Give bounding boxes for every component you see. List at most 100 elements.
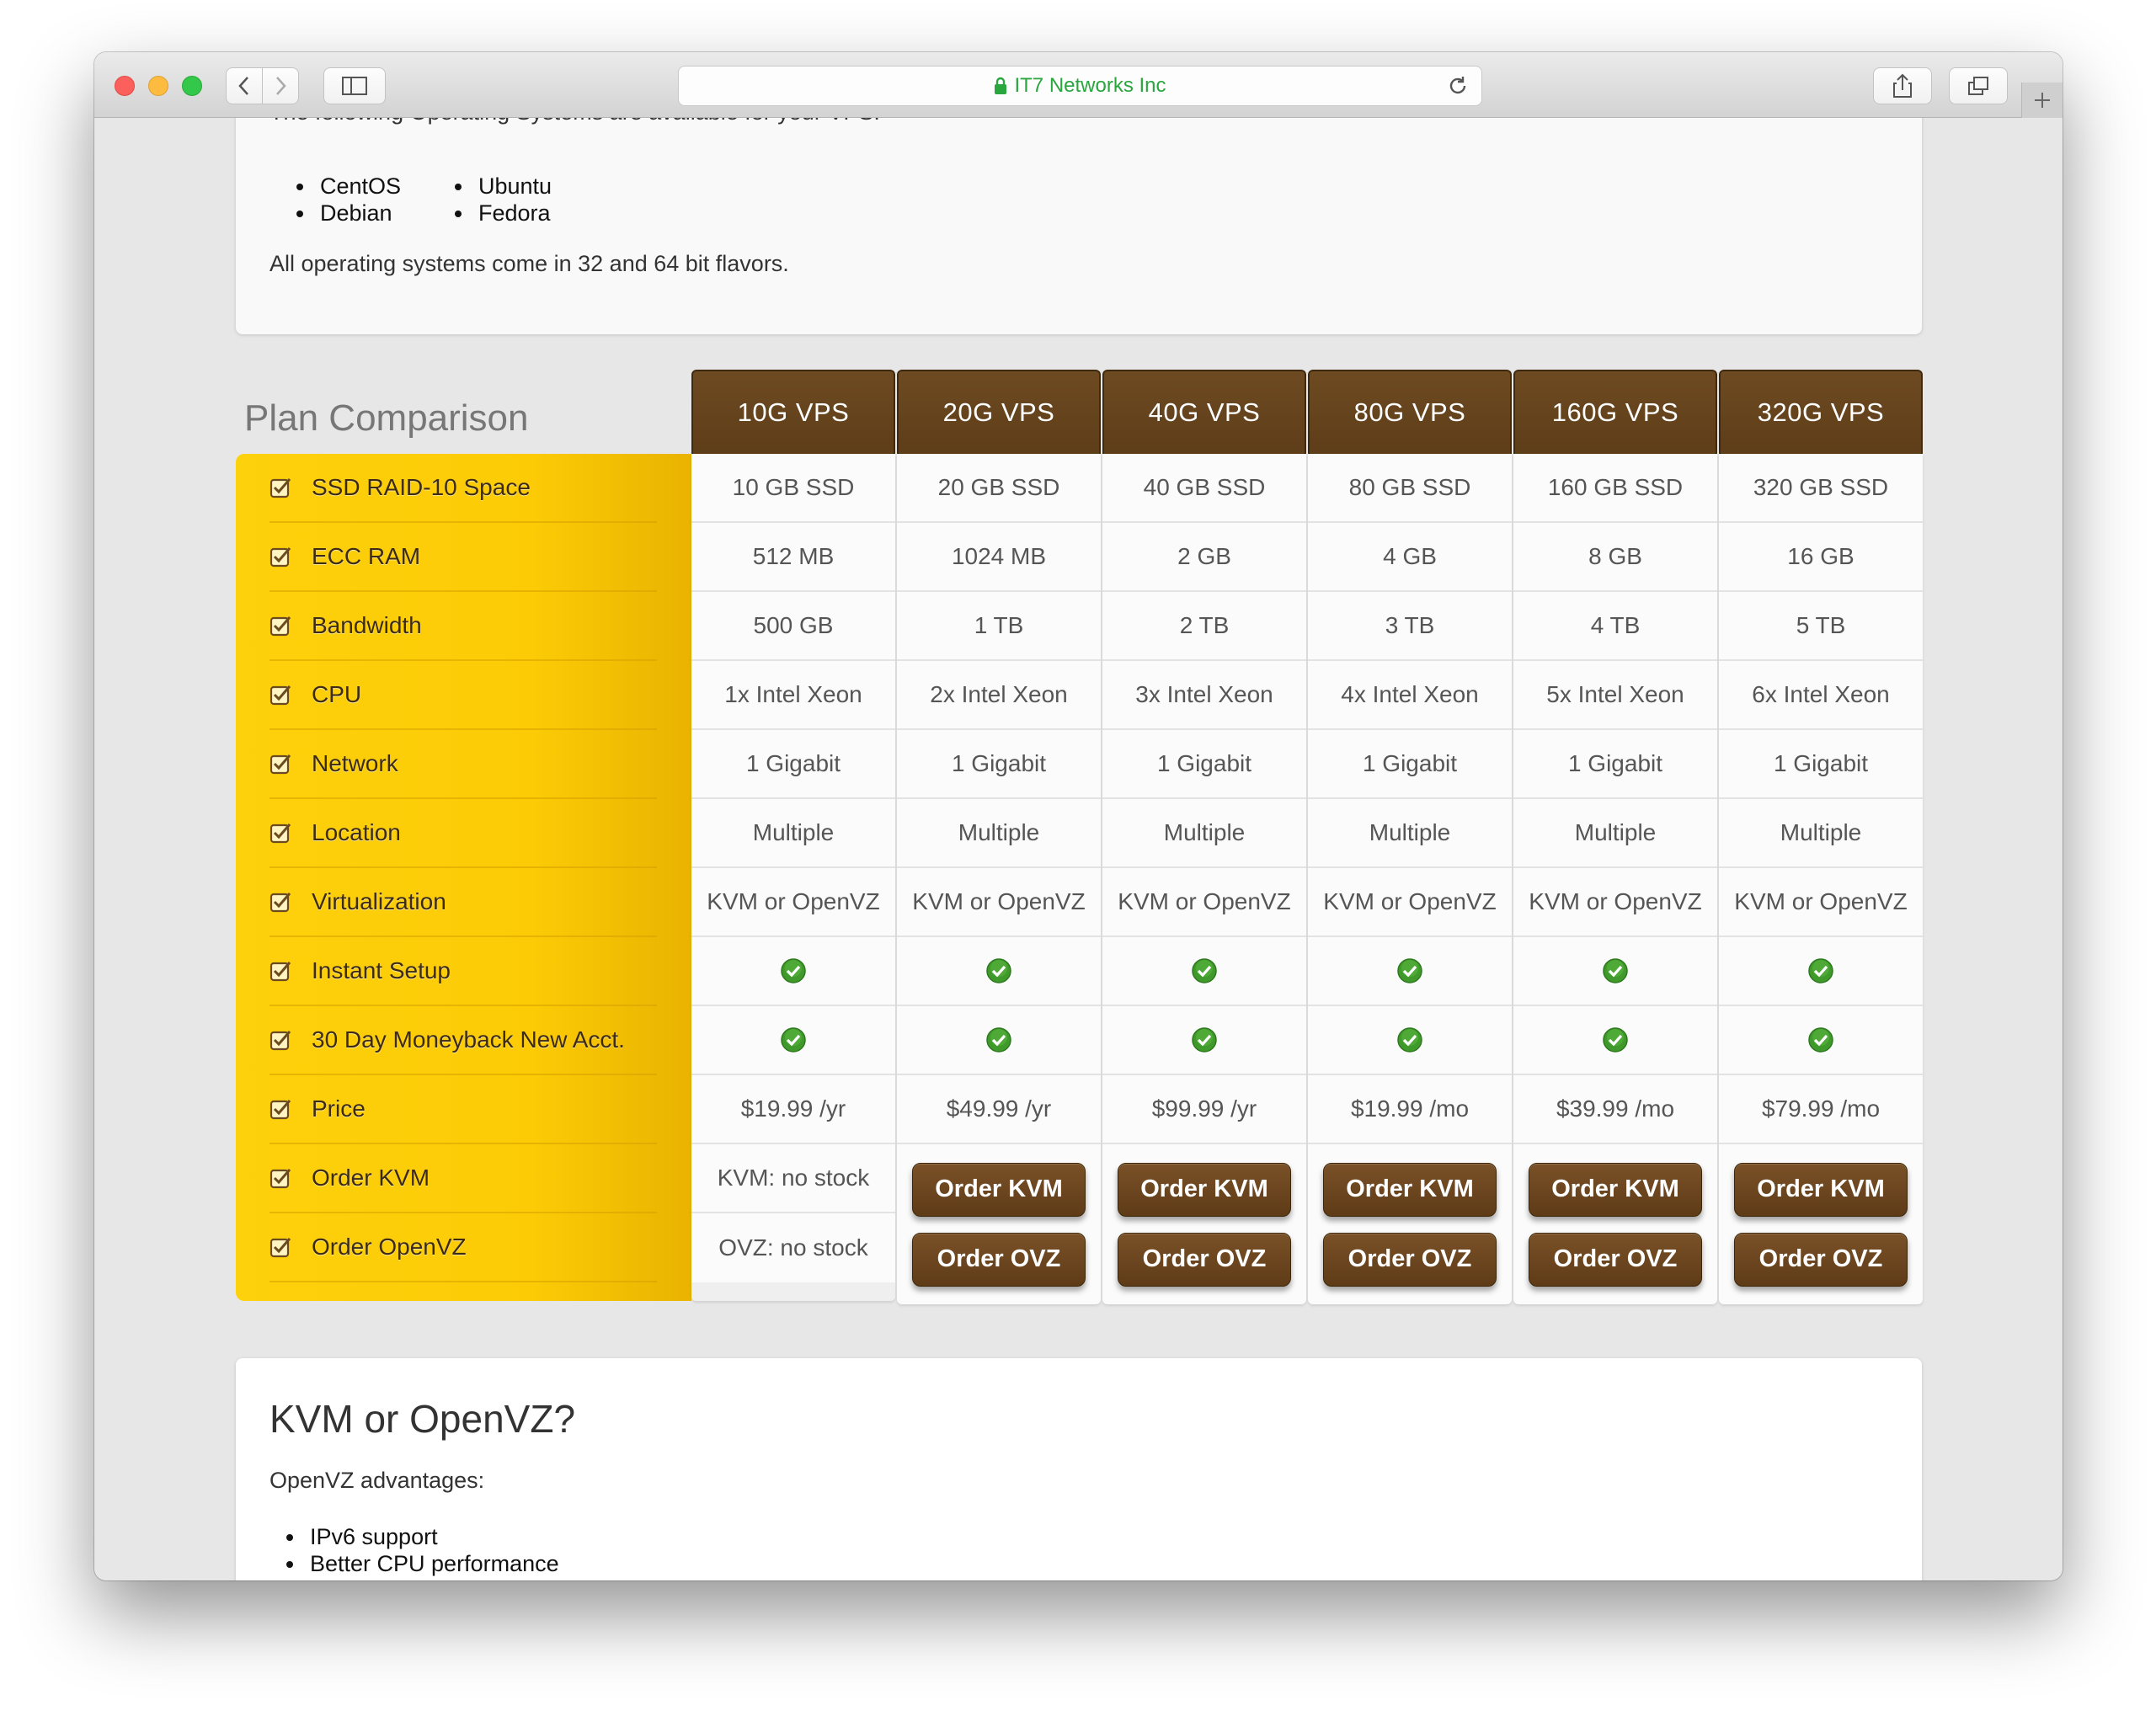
instant-setup-cell (1102, 937, 1306, 1006)
order-kvm-button[interactable]: Order KVM (1734, 1162, 1908, 1217)
price-cell: $39.99 /mo (1513, 1075, 1717, 1144)
plan-name: 20G VPS (942, 397, 1055, 427)
order-buttons-cell: Order KVM Order OVZ (1513, 1144, 1717, 1304)
zoom-window-button[interactable] (182, 76, 202, 96)
back-button[interactable] (226, 67, 263, 104)
os-list-item: CentOS (296, 173, 401, 200)
plan-column: 160G VPS 160 GB SSD 8 GB 4 TB 5x Intel Xeon 1… (1513, 370, 1717, 1304)
plan-name: 320G VPS (1757, 397, 1885, 427)
plan-cell: 6x Intel Xeon (1719, 661, 1923, 730)
order-ovz-button[interactable]: Order OVZ (1323, 1232, 1497, 1287)
forward-button[interactable] (262, 67, 299, 104)
plan-cell: Multiple (1102, 799, 1306, 868)
check-circle-icon (1397, 958, 1422, 983)
advantage-item: IPv6 support (270, 1523, 559, 1550)
address-bar[interactable]: IT7 Networks Inc (678, 66, 1482, 106)
checkbox-checked-icon (270, 1238, 291, 1258)
share-icon (1893, 73, 1912, 98)
browser-window: IT7 Networks Inc The following Operating… (94, 52, 2063, 1580)
os-list-item: Debian (296, 200, 401, 227)
order-kvm-button[interactable]: Order KVM (1118, 1162, 1291, 1217)
tabs-overview-button[interactable] (1949, 67, 2008, 104)
feature-label: SSD RAID-10 Space (312, 474, 531, 500)
order-kvm-button[interactable]: Order KVM (1529, 1162, 1702, 1217)
plan-cell: 5x Intel Xeon (1513, 661, 1717, 730)
price-cell: $19.99 /mo (1308, 1075, 1512, 1144)
new-tab-button[interactable] (2021, 83, 2063, 118)
plan-cell: 500 GB (691, 592, 895, 661)
plan-column: 20G VPS 20 GB SSD 1024 MB 1 TB 2x Intel Xeon… (897, 370, 1101, 1304)
feature-row: CPU (270, 661, 657, 730)
browser-toolbar: IT7 Networks Inc (94, 52, 2063, 118)
feature-row: ECC RAM (270, 523, 657, 592)
os-list-item: Ubuntu (455, 173, 552, 200)
checkbox-checked-icon (270, 754, 291, 775)
feature-label: Location (312, 819, 401, 845)
kvm-stock-status: KVM: no stock (691, 1144, 895, 1213)
feature-row: Virtualization (270, 868, 657, 937)
feature-row: Order KVM (270, 1144, 657, 1213)
plan-column: 320G VPS 320 GB SSD 16 GB 5 TB 6x Intel Xeon… (1719, 370, 1923, 1304)
plan-cell: KVM or OpenVZ (691, 868, 895, 937)
kvm-openvz-section: KVM or OpenVZ? OpenVZ advantages: IPv6 s… (236, 1358, 1922, 1580)
plan-cell: 3 TB (1308, 592, 1512, 661)
chevron-right-icon (276, 77, 286, 95)
feature-row: SSD RAID-10 Space (270, 454, 657, 523)
minimize-window-button[interactable] (148, 76, 168, 96)
order-kvm-button[interactable]: Order KVM (912, 1162, 1086, 1217)
checkbox-checked-icon (270, 1169, 291, 1189)
plan-cell: 512 MB (691, 523, 895, 592)
plan-cell: 3x Intel Xeon (1102, 661, 1306, 730)
plan-cell: 4x Intel Xeon (1308, 661, 1512, 730)
plan-cell: 1 TB (897, 592, 1101, 661)
plan-cell: 1 Gigabit (691, 730, 895, 799)
check-circle-icon (1808, 1027, 1833, 1053)
share-button[interactable] (1873, 67, 1932, 104)
os-section: The following Operating Systems are avai… (236, 118, 1922, 334)
plan-name: 160G VPS (1551, 397, 1679, 427)
moneyback-cell (1308, 1006, 1512, 1075)
sidebar-toggle-button[interactable] (323, 67, 386, 104)
order-ovz-button[interactable]: Order OVZ (912, 1232, 1086, 1287)
price-cell: $99.99 /yr (1102, 1075, 1306, 1144)
feature-row: Bandwidth (270, 592, 657, 661)
plan-cell: 160 GB SSD (1513, 454, 1717, 523)
reload-icon[interactable] (1446, 74, 1470, 98)
plan-body: 160 GB SSD 8 GB 4 TB 5x Intel Xeon 1 Gigabit… (1513, 454, 1717, 1304)
plan-cell: 320 GB SSD (1719, 454, 1923, 523)
check-circle-icon (1192, 958, 1217, 983)
instant-setup-cell (1719, 937, 1923, 1006)
plan-header: 320G VPS (1719, 370, 1923, 454)
order-kvm-button[interactable]: Order KVM (1323, 1162, 1497, 1217)
feature-label: Price (312, 1095, 366, 1122)
close-window-button[interactable] (115, 76, 135, 96)
plan-cell: 1 Gigabit (1719, 730, 1923, 799)
order-ovz-button[interactable]: Order OVZ (1118, 1232, 1291, 1287)
instant-setup-cell (1513, 937, 1717, 1006)
ovz-stock-status: OVZ: no stock (718, 1234, 868, 1261)
checkbox-checked-icon (270, 685, 291, 706)
plan-cell: Multiple (1719, 799, 1923, 868)
plan-cell: 1 Gigabit (1308, 730, 1512, 799)
feature-label: Bandwidth (312, 612, 422, 638)
check-circle-icon (1603, 958, 1628, 983)
feature-row: Price (270, 1075, 657, 1144)
os-list-column-2: Ubuntu Fedora (455, 173, 552, 227)
order-ovz-button[interactable]: Order OVZ (1529, 1232, 1702, 1287)
feature-row: Network (270, 730, 657, 799)
openvz-advantages-list: IPv6 support Better CPU performance (270, 1523, 559, 1577)
instant-setup-cell (897, 937, 1101, 1006)
feature-label: Virtualization (312, 888, 446, 914)
plan-cell: 1 Gigabit (1102, 730, 1306, 799)
plan-cell: 2x Intel Xeon (897, 661, 1101, 730)
price-cell: $79.99 /mo (1719, 1075, 1923, 1144)
plan-body: 80 GB SSD 4 GB 3 TB 4x Intel Xeon 1 Gigabit M… (1308, 454, 1512, 1304)
order-ovz-button[interactable]: Order OVZ (1734, 1232, 1908, 1287)
moneyback-cell (1102, 1006, 1306, 1075)
check-circle-icon (781, 1027, 806, 1053)
check-circle-icon (986, 958, 1011, 983)
check-circle-icon (1397, 1027, 1422, 1053)
plan-header: 80G VPS (1308, 370, 1512, 454)
plan-cell: 1024 MB (897, 523, 1101, 592)
plan-cell: KVM or OpenVZ (1719, 868, 1923, 937)
